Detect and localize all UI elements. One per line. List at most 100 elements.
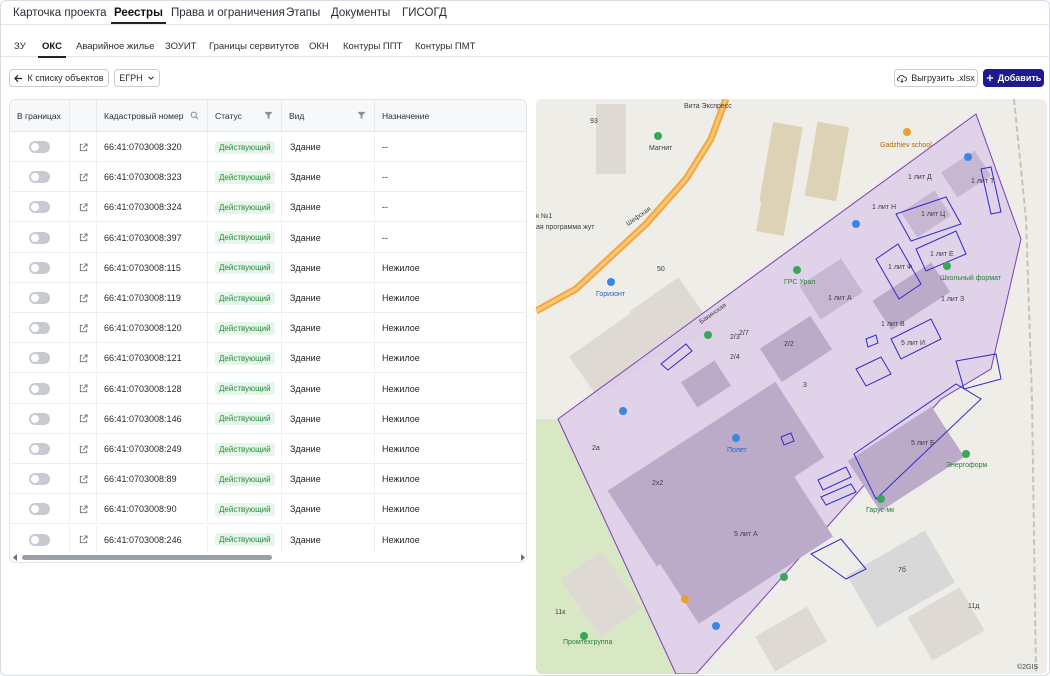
poi-label-energoform: Энергоформ	[946, 462, 988, 469]
cell-status: Действующий	[208, 494, 282, 525]
col-purpose-label: Назначение	[382, 111, 430, 121]
cell-cadastral: 66:41:0703008:119	[97, 283, 208, 313]
cell-in-borders	[10, 434, 70, 464]
horizontal-scrollbar[interactable]	[10, 552, 526, 562]
external-link-icon[interactable]	[79, 142, 88, 152]
table-row[interactable]: 66:41:0703008:249 Действующий Здание Нежило…	[10, 434, 526, 464]
oks-table: В границах Кадастровый номер Статус Вид …	[9, 99, 527, 563]
filter-icon[interactable]	[264, 111, 273, 120]
external-link-icon[interactable]	[79, 444, 88, 454]
cell-link	[70, 403, 97, 434]
table-row[interactable]: 66:41:0703008:115 Действующий Здание Нежило…	[10, 252, 526, 283]
map-canvas[interactable]: Вита Экспресс Магнит Gadzhiev school Гор…	[536, 99, 1047, 674]
cell-in-borders	[10, 403, 70, 434]
in-borders-toggle[interactable]	[29, 261, 50, 274]
in-borders-toggle[interactable]	[29, 382, 50, 395]
search-icon[interactable]	[190, 111, 199, 120]
scroll-right-icon[interactable]	[520, 554, 526, 561]
table-row[interactable]: 66:41:0703008:146 Действующий Здание Нежило…	[10, 403, 526, 434]
in-borders-toggle[interactable]	[29, 322, 50, 335]
kind-value: Здание	[290, 293, 321, 303]
cadastral-number: 66:41:0703008:90	[104, 504, 177, 515]
bldg-5b: 5 лит Б	[911, 440, 935, 447]
subtab-ppt-contours[interactable]: Контуры ППТ	[343, 41, 402, 52]
export-xlsx-button[interactable]: Выгрузить .xlsx	[894, 69, 978, 87]
external-link-icon[interactable]	[79, 414, 88, 423]
table-row[interactable]: 66:41:0703008:323 Действующий Здание --	[10, 162, 526, 193]
subtab-zu[interactable]: ЗУ	[14, 41, 26, 52]
external-link-icon[interactable]	[79, 233, 88, 242]
add-button[interactable]: Добавить	[983, 69, 1044, 87]
cell-kind: Здание	[282, 464, 375, 495]
cell-in-borders	[10, 464, 70, 495]
table-row[interactable]: 66:41:0703008:119 Действующий Здание Нежило…	[10, 283, 526, 313]
status-badge: Действующий	[215, 412, 275, 426]
in-borders-toggle[interactable]	[29, 141, 50, 153]
external-link-icon[interactable]	[79, 535, 88, 544]
external-link-icon[interactable]	[79, 203, 88, 212]
back-to-list-button[interactable]: К списку объектов	[9, 69, 109, 87]
bldg-1z: 1 лит З	[941, 296, 964, 303]
in-borders-toggle[interactable]	[29, 352, 50, 365]
table-row[interactable]: 66:41:0703008:121 Действующий Здание Нежило…	[10, 343, 526, 374]
table-row[interactable]: 66:41:0703008:320 Действующий Здание --	[10, 132, 526, 162]
cell-link	[70, 222, 97, 253]
table-row[interactable]: 66:41:0703008:128 Действующий Здание Нежило…	[10, 373, 526, 404]
external-link-icon[interactable]	[79, 384, 88, 393]
in-borders-toggle[interactable]	[29, 171, 50, 184]
bldg-1t: 1 лит Т	[971, 178, 995, 185]
in-borders-toggle[interactable]	[29, 231, 50, 244]
cell-status: Действующий	[208, 132, 282, 162]
filter-icon[interactable]	[357, 111, 366, 120]
subtab-servitude-borders[interactable]: Границы сервитутов	[209, 41, 299, 52]
subtab-pmt-contours[interactable]: Контуры ПМТ	[415, 41, 475, 52]
scroll-left-icon[interactable]	[12, 554, 18, 561]
external-link-icon[interactable]	[79, 324, 88, 333]
table-row[interactable]: 66:41:0703008:89 Действующий Здание Нежилое	[10, 464, 526, 495]
table-row[interactable]: 66:41:0703008:120 Действующий Здание Нежило…	[10, 313, 526, 344]
external-link-icon[interactable]	[79, 354, 88, 363]
purpose-value: Нежилое	[382, 353, 420, 364]
tab-documents[interactable]: Документы	[331, 7, 390, 19]
external-link-icon[interactable]	[79, 505, 88, 514]
purpose-value: Нежилое	[382, 323, 420, 334]
tab-rights[interactable]: Права и ограничения	[171, 7, 285, 19]
external-link-icon[interactable]	[79, 173, 88, 182]
subtab-oks[interactable]: ОКС	[38, 41, 66, 58]
in-borders-toggle[interactable]	[29, 201, 50, 214]
subtab-emergency-housing[interactable]: Аварийное жилье	[76, 41, 154, 52]
status-badge: Действующий	[215, 502, 275, 516]
cell-link	[70, 343, 97, 374]
tab-gisogd[interactable]: ГИСОГД	[402, 7, 447, 19]
in-borders-toggle[interactable]	[29, 533, 50, 546]
tab-registries[interactable]: Реестры	[111, 7, 166, 24]
poi-label-garus: Гарус-мк	[866, 507, 895, 514]
external-link-icon[interactable]	[79, 475, 88, 484]
source-select[interactable]: ЕГРН	[114, 69, 160, 87]
in-borders-toggle[interactable]	[29, 292, 50, 304]
table-row[interactable]: 66:41:0703008:246 Действующий Здание Нежило…	[10, 524, 526, 555]
add-label: Добавить	[997, 73, 1042, 83]
tab-stages[interactable]: Этапы	[286, 7, 320, 19]
external-link-icon[interactable]	[79, 293, 88, 303]
cell-purpose: --	[375, 192, 526, 222]
cell-in-borders	[10, 494, 70, 525]
scrollbar-thumb[interactable]	[22, 555, 272, 560]
in-borders-toggle[interactable]	[29, 473, 50, 486]
table-row[interactable]: 66:41:0703008:90 Действующий Здание Нежилое	[10, 494, 526, 525]
cell-in-borders	[10, 132, 70, 162]
map-view[interactable]: Вита Экспресс Магнит Gadzhiev school Гор…	[536, 99, 1047, 674]
subtab-zouit[interactable]: ЗОУИТ	[165, 41, 196, 52]
tab-project-card[interactable]: Карточка проекта	[13, 7, 107, 19]
in-borders-toggle[interactable]	[29, 412, 50, 425]
sub-tab-bar: ЗУ ОКС Аварийное жилье ЗОУИТ Границы сер…	[1, 37, 1049, 58]
in-borders-toggle[interactable]	[29, 503, 50, 516]
table-row[interactable]: 66:41:0703008:324 Действующий Здание --	[10, 192, 526, 223]
status-badge: Действующий	[215, 140, 275, 154]
bldg-1a: 1 лит А	[828, 295, 852, 302]
in-borders-toggle[interactable]	[29, 443, 50, 455]
subtab-okn[interactable]: ОКН	[309, 41, 329, 52]
table-row[interactable]: 66:41:0703008:397 Действующий Здание --	[10, 222, 526, 253]
external-link-icon[interactable]	[79, 263, 88, 272]
cell-purpose: Нежилое	[375, 464, 526, 494]
